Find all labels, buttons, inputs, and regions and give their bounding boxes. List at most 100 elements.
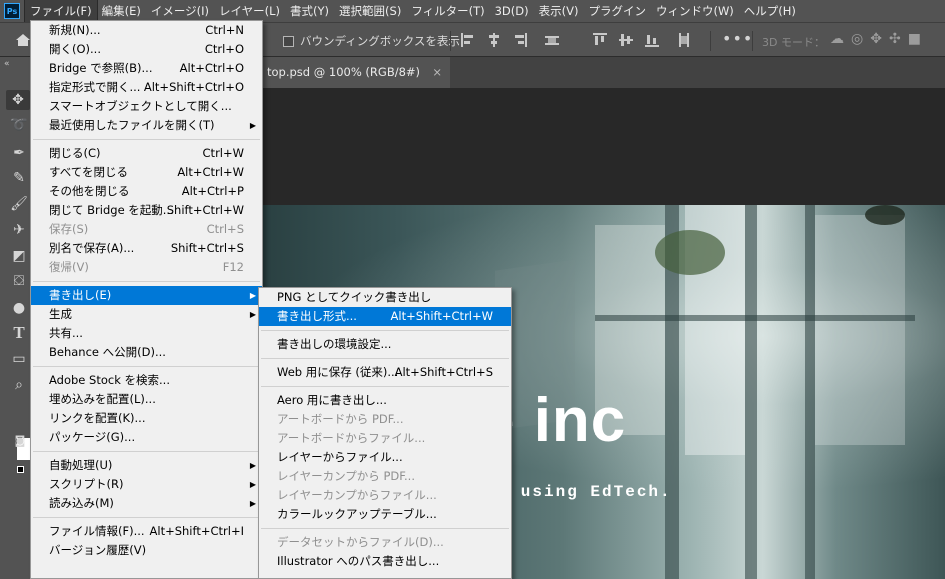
- align-buttons: [460, 32, 692, 48]
- menu-filter[interactable]: フィルター(T): [406, 0, 489, 22]
- file-menu-item[interactable]: 共有...: [31, 324, 262, 343]
- export-menu-item[interactable]: Illustrator へのパス書き出し...: [259, 552, 511, 571]
- type-tool-icon[interactable]: T: [9, 323, 29, 343]
- file-menu-item[interactable]: すべてを閉じる Alt+Ctrl+W: [31, 163, 262, 182]
- file-menu-item[interactable]: スマートオブジェクトとして開く...: [31, 97, 262, 116]
- menu-window[interactable]: ウィンドウ(W): [651, 0, 739, 22]
- file-menu-item-label: 生成: [49, 307, 72, 321]
- export-menu-item[interactable]: Aero 用に書き出し...: [259, 391, 511, 410]
- file-menu-item[interactable]: 書き出し(E) ▶: [31, 286, 262, 305]
- file-menu-item[interactable]: ファイル情報(F)... Alt+Shift+Ctrl+I: [31, 522, 262, 541]
- menu-layer[interactable]: レイヤー(L): [214, 0, 285, 22]
- export-menu-item-label: カラールックアップテーブル...: [277, 507, 437, 521]
- file-menu-item: 復帰(V) F12: [31, 258, 262, 277]
- file-menu-item-shortcut: Ctrl+O: [204, 42, 244, 56]
- distribute-vertical-icon[interactable]: [676, 32, 692, 48]
- submenu-arrow-icon: ▶: [249, 461, 256, 470]
- file-menu-item[interactable]: 読み込み(M) ▶: [31, 494, 262, 513]
- show-bounding-box-checkbox[interactable]: [283, 35, 294, 47]
- file-menu-item-label: その他を閉じる: [49, 184, 130, 198]
- file-menu-item-label: 読み込み(M): [49, 496, 114, 510]
- file-menu-item[interactable]: 閉じて Bridge を起動... Shift+Ctrl+W: [31, 201, 262, 220]
- paint-bucket-tool-icon[interactable]: ⛋: [9, 271, 29, 291]
- menu-bar: Ps ファイル(F) 編集(E) イメージ(I) レイヤー(L) 書式(Y) 選…: [0, 0, 945, 23]
- clone-stamp-tool-icon[interactable]: ✈: [9, 220, 29, 240]
- file-menu-item[interactable]: 埋め込みを配置(L)...: [31, 390, 262, 409]
- menu-image[interactable]: イメージ(I): [146, 0, 214, 22]
- file-menu-item[interactable]: リンクを配置(K)...: [31, 409, 262, 428]
- brush-tool-icon[interactable]: 🖌: [9, 194, 29, 214]
- move-tool-icon[interactable]: ✥: [6, 90, 30, 110]
- file-menu-item[interactable]: Bridge で参照(B)... Alt+Ctrl+O: [31, 59, 262, 78]
- 3d-roll-icon[interactable]: ◎: [851, 31, 863, 47]
- export-menu-item[interactable]: 書き出し形式... Alt+Shift+Ctrl+W: [259, 307, 511, 326]
- menu-view[interactable]: 表示(V): [534, 0, 584, 22]
- quick-mask-icon[interactable]: ◙: [10, 431, 30, 451]
- file-menu-item[interactable]: 閉じる(C) Ctrl+W: [31, 144, 262, 163]
- menu-file[interactable]: ファイル(F): [24, 0, 98, 23]
- submenu-arrow-icon: ▶: [249, 310, 256, 319]
- menu-select[interactable]: 選択範囲(S): [334, 0, 406, 22]
- file-menu-item[interactable]: Adobe Stock を検索...: [31, 371, 262, 390]
- export-menu-item-shortcut: Alt+Shift+Ctrl+W: [390, 309, 493, 323]
- align-right-icon[interactable]: [512, 32, 528, 48]
- dodge-tool-icon[interactable]: ●: [9, 298, 29, 318]
- menu-plugins[interactable]: プラグイン: [583, 0, 651, 22]
- menu-3d[interactable]: 3D(D): [490, 0, 534, 22]
- default-colors-icon[interactable]: [17, 466, 24, 473]
- align-top-icon[interactable]: [592, 32, 608, 48]
- align-horizontal-center-icon[interactable]: [486, 32, 502, 48]
- menu-type[interactable]: 書式(Y): [285, 0, 334, 22]
- 3d-slide-icon[interactable]: ✣: [889, 31, 901, 47]
- export-menu-separator: [259, 354, 511, 363]
- photoshop-logo-icon: Ps: [4, 3, 20, 19]
- distribute-horizontal-icon[interactable]: [544, 32, 560, 48]
- align-bottom-icon[interactable]: [644, 32, 660, 48]
- export-menu-item-label: アートボードから PDF...: [277, 412, 404, 426]
- export-menu-item[interactable]: PNG としてクイック書き出し: [259, 288, 511, 307]
- file-menu-item[interactable]: 最近使用したファイルを開く(T) ▶: [31, 116, 262, 135]
- options-divider: [752, 31, 753, 51]
- lasso-tool-icon[interactable]: ➰: [9, 115, 29, 135]
- file-menu-item[interactable]: その他を閉じる Alt+Ctrl+P: [31, 182, 262, 201]
- file-menu-item[interactable]: 別名で保存(A)... Shift+Ctrl+S: [31, 239, 262, 258]
- 3d-pan-icon[interactable]: ✥: [870, 31, 882, 47]
- zoom-tool-icon[interactable]: ⌕: [9, 375, 29, 395]
- document-tab[interactable]: top.psd @ 100% (RGB/8#) ×: [260, 57, 451, 88]
- file-menu-item-label: 保存(S): [49, 222, 89, 236]
- more-options-icon[interactable]: •••: [722, 29, 753, 48]
- align-vertical-center-icon[interactable]: [618, 32, 634, 48]
- file-menu-item[interactable]: 新規(N)... Ctrl+N: [31, 21, 262, 40]
- export-menu-item[interactable]: レイヤーからファイル...: [259, 448, 511, 467]
- file-menu-item-shortcut: Shift+Ctrl+W: [166, 203, 244, 217]
- 3d-scale-icon[interactable]: ■: [908, 31, 921, 47]
- file-menu-item[interactable]: パッケージ(G)...: [31, 428, 262, 447]
- file-menu-item[interactable]: 自動処理(U) ▶: [31, 456, 262, 475]
- photoshop-window: Ps ファイル(F) 編集(E) イメージ(I) レイヤー(L) 書式(Y) 選…: [0, 0, 945, 579]
- file-menu-item-label: 埋め込みを配置(L)...: [49, 392, 156, 406]
- export-menu-item[interactable]: Web 用に保存 (従来)... Alt+Shift+Ctrl+S: [259, 363, 511, 382]
- file-menu-item[interactable]: バージョン履歴(V): [31, 541, 262, 560]
- plant-decoration: [865, 205, 905, 225]
- file-menu-item-shortcut: Ctrl+S: [206, 222, 244, 236]
- file-menu-item[interactable]: 生成 ▶: [31, 305, 262, 324]
- file-menu-item[interactable]: Behance へ公開(D)...: [31, 343, 262, 362]
- eraser-tool-icon[interactable]: ◩: [9, 246, 29, 266]
- export-menu-item[interactable]: カラールックアップテーブル...: [259, 505, 511, 524]
- file-menu-item[interactable]: 指定形式で開く... Alt+Shift+Ctrl+O: [31, 78, 262, 97]
- show-bounding-box-toggle[interactable]: バウンディングボックスを表示: [283, 33, 460, 49]
- rectangle-tool-icon[interactable]: ▭: [9, 349, 29, 369]
- eyedropper-tool-icon[interactable]: ✎: [9, 168, 29, 188]
- collapse-panel-icon[interactable]: «: [4, 59, 10, 69]
- export-menu-item-label: PNG としてクイック書き出し: [277, 290, 432, 304]
- menu-edit[interactable]: 編集(E): [97, 0, 146, 22]
- close-tab-icon[interactable]: ×: [432, 57, 442, 88]
- export-menu-item[interactable]: 書き出しの環境設定...: [259, 335, 511, 354]
- file-menu-item[interactable]: スクリプト(R) ▶: [31, 475, 262, 494]
- file-menu-item[interactable]: 開く(O)... Ctrl+O: [31, 40, 262, 59]
- pen-tool-icon[interactable]: ✒: [9, 143, 29, 163]
- align-left-icon[interactable]: [460, 32, 476, 48]
- 3d-mode-buttons: ☁ ◎ ✥ ✣ ■: [830, 31, 921, 47]
- menu-help[interactable]: ヘルプ(H): [739, 0, 801, 22]
- 3d-orbit-icon[interactable]: ☁: [830, 31, 844, 47]
